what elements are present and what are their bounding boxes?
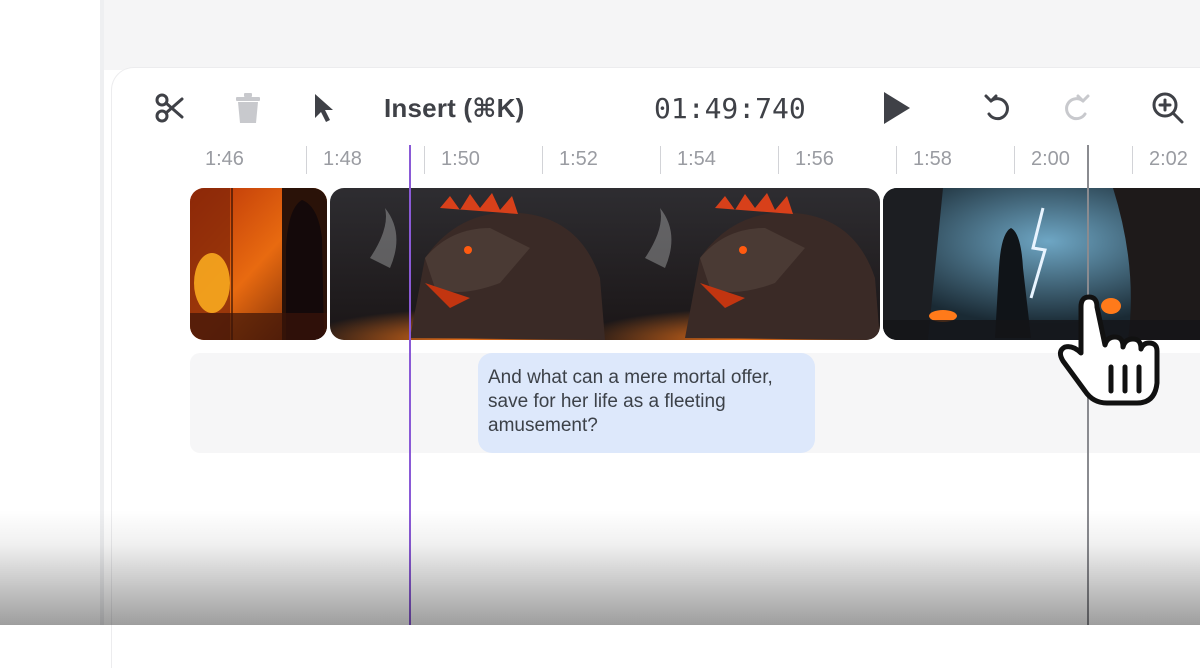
pointer-arrow-icon[interactable] xyxy=(306,90,342,126)
subtitle-track: And what can a mere mortal offer, save f… xyxy=(190,353,1200,453)
ruler-tick xyxy=(1014,146,1015,174)
ruler-time-label: 1:56 xyxy=(795,148,834,170)
timeline-toolbar: Insert (⌘K) 01:49:740 xyxy=(112,68,1200,148)
play-icon[interactable] xyxy=(878,90,914,126)
sidebar-divider[interactable] xyxy=(100,0,104,625)
subtitle-caption[interactable]: And what can a mere mortal offer, save f… xyxy=(478,353,815,453)
ruler-time-label: 1:52 xyxy=(559,148,598,170)
ruler-time-label: 1:50 xyxy=(441,148,480,170)
playhead[interactable] xyxy=(409,145,411,625)
ruler-tick xyxy=(542,146,543,174)
ruler-tick xyxy=(306,146,307,174)
ruler-tick xyxy=(424,146,425,174)
insert-button[interactable]: Insert (⌘K) xyxy=(384,90,539,126)
ruler-tick xyxy=(660,146,661,174)
ruler-time-label: 1:58 xyxy=(913,148,952,170)
ruler-tick xyxy=(778,146,779,174)
timecode-display: 01:49:740 xyxy=(654,91,806,125)
clip-thumbnail-cave-fire xyxy=(190,188,327,340)
ruler-tick xyxy=(1132,146,1133,174)
clip-thumbnail-dragon xyxy=(330,188,880,340)
top-area xyxy=(104,0,1200,70)
ruler-time-label: 2:00 xyxy=(1031,148,1070,170)
ruler-time-label: 2:02 xyxy=(1149,148,1188,170)
ruler-time-label: 1:48 xyxy=(323,148,362,170)
zoom-in-icon[interactable] xyxy=(1148,90,1188,126)
time-ruler[interactable]: 1:46 1:48 1:50 1:52 1:54 1:56 1:58 2:00 2:02 xyxy=(190,140,1200,180)
undo-icon[interactable] xyxy=(980,90,1016,126)
hand-cursor-icon xyxy=(1055,293,1167,414)
ruler-time-label: 1:46 xyxy=(205,148,244,170)
dragon-clip[interactable] xyxy=(330,188,880,340)
cave-fire-figure-clip[interactable] xyxy=(190,188,327,340)
left-sidebar xyxy=(0,0,103,625)
redo-icon[interactable] xyxy=(1058,90,1094,126)
trash-icon[interactable] xyxy=(228,90,268,126)
ruler-tick xyxy=(896,146,897,174)
scissors-icon[interactable] xyxy=(150,90,190,126)
video-track xyxy=(190,188,1200,340)
ruler-time-label: 1:54 xyxy=(677,148,716,170)
